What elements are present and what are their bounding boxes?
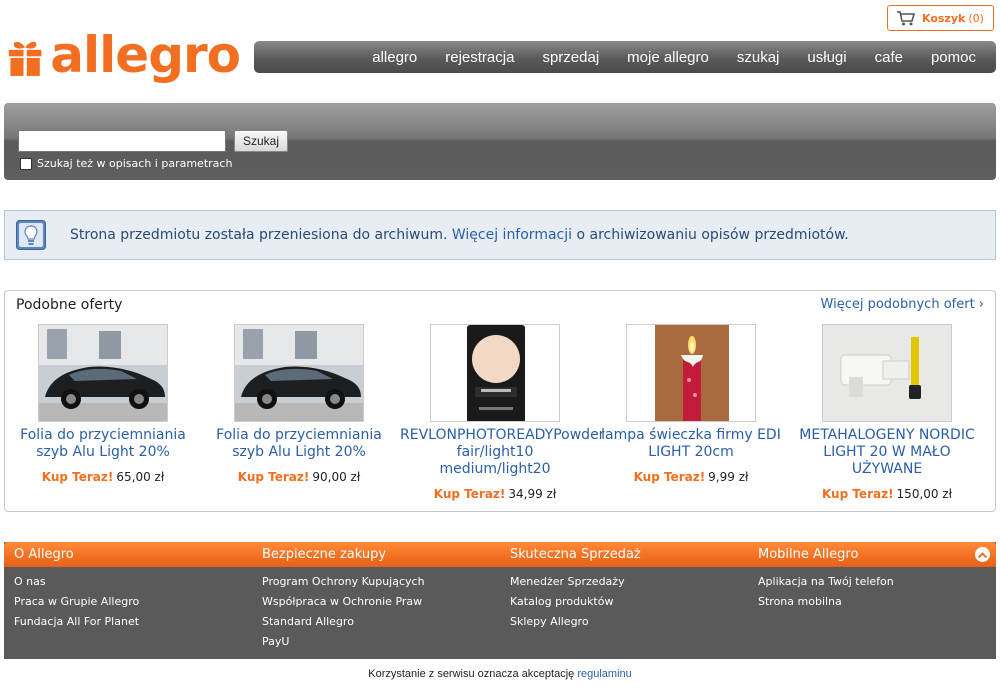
notice-text-after: o archiwizowaniu opisów przedmiotów. (576, 227, 849, 243)
more-info-link[interactable]: Więcej informacji (452, 227, 572, 243)
archive-notice: Strona przedmiotu została przeniesiona d… (4, 210, 996, 260)
offer-title[interactable]: REVLONPHOTOREADYPowder fair/light10 medi… (400, 427, 604, 478)
chevron-up-icon[interactable] (975, 547, 990, 562)
buy-now-label: Kup Teraz! (41, 470, 114, 484)
offer-price: 65,00 zł (116, 470, 165, 484)
offer-price-row: Kup Teraz! 9,99 zł (634, 470, 749, 484)
offer-card: METAHALOGENY NORDIC LIGHT 20 W MAŁO UŻYW… (789, 324, 985, 501)
footer-link-katalog[interactable]: Katalog produktów (510, 595, 748, 615)
offer-price: 34,99 zł (508, 487, 557, 501)
car-photo (235, 325, 363, 421)
main-nav: allegro rejestracja sprzedaj moje allegr… (254, 41, 996, 73)
offer-list: Folia do przyciemniania szyb Alu Light 2… (5, 324, 995, 501)
nav-item-moje-allegro[interactable]: moje allegro (627, 49, 709, 66)
footer-link-menedzer[interactable]: Menedżer Sprzedaży (510, 575, 748, 595)
more-similar-offers-link[interactable]: Więcej podobnych ofert › (821, 297, 984, 312)
footer-links: Menedżer Sprzedaży Katalog produktów Skl… (500, 567, 748, 635)
search-descriptions-option: Szukaj też w opisach i parametrach (20, 157, 232, 170)
search-panel: Szukaj Szukaj też w opisach i parametrac… (4, 103, 996, 180)
car-photo (39, 325, 167, 421)
cart-label: Koszyk (922, 11, 966, 25)
footer-column-title: O Allegro (14, 547, 74, 562)
offer-card: Folia do przyciemniania szyb Alu Light 2… (5, 324, 201, 501)
buy-now-label: Kup Teraz! (433, 487, 506, 501)
similar-offers-title: Podobne oferty (16, 297, 123, 313)
nav-item-pomoc[interactable]: pomoc (931, 49, 976, 66)
search-descriptions-label: Szukaj też w opisach i parametrach (37, 157, 233, 170)
footer-link-fundacja[interactable]: Fundacja All For Planet (14, 615, 252, 635)
search-input[interactable] (18, 130, 226, 152)
offer-title[interactable]: lampa świeczka firmy EDI LIGHT 20cm (596, 427, 786, 461)
nav-item-rejestracja[interactable]: rejestracja (445, 49, 514, 66)
nav-item-sprzedaj[interactable]: sprzedaj (542, 49, 599, 66)
offer-price-row: Kup Teraz! 65,00 zł (42, 470, 165, 484)
cart-icon (897, 11, 916, 26)
nav-item-szukaj[interactable]: szukaj (737, 49, 780, 66)
footer-link-praca[interactable]: Praca w Grupie Allegro (14, 595, 252, 615)
nav-item-allegro[interactable]: allegro (372, 49, 417, 66)
lightbulb-icon (16, 220, 46, 250)
powder-photo (431, 325, 559, 421)
footer-links: O nas Praca w Grupie Allegro Fundacja Al… (4, 567, 252, 635)
offer-card: lampa świeczka firmy EDI LIGHT 20cm Kup … (593, 324, 789, 501)
logo-wordmark: allegro (50, 26, 241, 84)
footer-column-bezpieczne-zakupy: Bezpieczne zakupy Program Ochrony Kupują… (252, 542, 500, 655)
chevron-up-glyph (978, 551, 987, 558)
offer-price-row: Kup Teraz! 90,00 zł (238, 470, 361, 484)
terms-notice: Korzystanie z serwisu oznacza akceptację… (0, 668, 1000, 680)
offer-thumbnail[interactable] (822, 324, 952, 422)
terms-link[interactable]: regulaminu (577, 668, 631, 680)
buy-now-label: Kup Teraz! (821, 487, 894, 501)
footer-link-program-ochrony[interactable]: Program Ochrony Kupujących (262, 575, 500, 595)
nav-item-uslugi[interactable]: usługi (807, 49, 846, 66)
notice-text-before: Strona przedmiotu została przeniesiona d… (70, 227, 448, 243)
footer-column-o-allegro: O Allegro O nas Praca w Grupie Allegro F… (4, 542, 252, 635)
buy-now-label: Kup Teraz! (633, 470, 706, 484)
candle-photo (627, 325, 755, 421)
nav-item-cafe[interactable]: cafe (875, 49, 903, 66)
offer-thumbnail[interactable] (626, 324, 756, 422)
terms-text: Korzystanie z serwisu oznacza akceptację (368, 668, 575, 680)
footer-link-o-nas[interactable]: O nas (14, 575, 252, 595)
offer-price: 90,00 zł (312, 470, 361, 484)
search-button[interactable]: Szukaj (234, 130, 288, 152)
buy-now-label: Kup Teraz! (237, 470, 310, 484)
lamp-photo (823, 325, 951, 421)
footer-link-sklepy[interactable]: Sklepy Allegro (510, 615, 748, 635)
offer-title[interactable]: Folia do przyciemniania szyb Alu Light 2… (8, 427, 198, 461)
footer-column-title: Mobilne Allegro (758, 547, 859, 562)
offer-thumbnail[interactable] (430, 324, 560, 422)
offer-price: 150,00 zł (896, 487, 953, 501)
allegro-logo[interactable]: allegro (8, 26, 241, 90)
offer-title[interactable]: Folia do przyciemniania szyb Alu Light 2… (204, 427, 394, 461)
archive-notice-text: Strona przedmiotu została przeniesiona d… (70, 227, 849, 243)
footer-link-aplikacja[interactable]: Aplikacja na Twój telefon (758, 575, 996, 595)
offer-card: REVLONPHOTOREADYPowder fair/light10 medi… (397, 324, 604, 501)
offer-title[interactable]: METAHALOGENY NORDIC LIGHT 20 W MAŁO UŻYW… (792, 427, 982, 478)
cart-count: (0) (968, 11, 984, 25)
offer-price: 9,99 zł (708, 470, 749, 484)
footer-column-title: Bezpieczne zakupy (262, 547, 387, 562)
footer-column-title: Skuteczna Sprzedaż (510, 547, 641, 562)
offer-thumbnail[interactable] (234, 324, 364, 422)
gift-icon (8, 41, 42, 76)
footer-column-skuteczna-sprzedaz: Skuteczna Sprzedaż Menedżer Sprzedaży Ka… (500, 542, 748, 635)
search-descriptions-checkbox[interactable] (20, 157, 32, 170)
footer-link-strona-mobilna[interactable]: Strona mobilna (758, 595, 996, 615)
offer-card: Folia do przyciemniania szyb Alu Light 2… (201, 324, 397, 501)
similar-offers: Podobne oferty Więcej podobnych ofert › … (4, 290, 996, 512)
site-footer: O Allegro O nas Praca w Grupie Allegro F… (4, 542, 996, 659)
footer-column-mobilne-allegro: Mobilne Allegro Aplikacja na Twój telefo… (748, 542, 996, 615)
footer-link-wspolpraca[interactable]: Współpraca w Ochronie Praw (262, 595, 500, 615)
footer-links: Aplikacja na Twój telefon Strona mobilna (748, 567, 996, 615)
cart-button[interactable]: Koszyk (0) (887, 5, 994, 31)
offer-price-row: Kup Teraz! 34,99 zł (434, 487, 557, 501)
offer-price-row: Kup Teraz! 150,00 zł (822, 487, 952, 501)
footer-link-payu[interactable]: PayU (262, 635, 500, 655)
offer-thumbnail[interactable] (38, 324, 168, 422)
footer-link-standard[interactable]: Standard Allegro (262, 615, 500, 635)
footer-links: Program Ochrony Kupujących Współpraca w … (252, 567, 500, 655)
